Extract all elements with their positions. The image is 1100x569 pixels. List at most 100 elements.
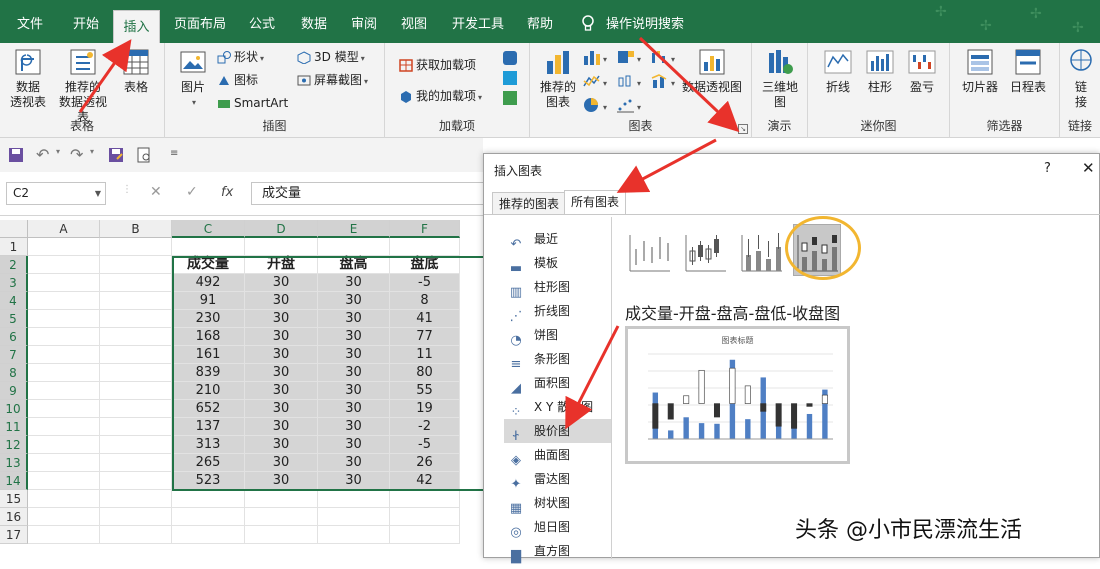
table-data-cell[interactable]: 161	[172, 346, 245, 364]
cell[interactable]	[28, 472, 100, 490]
table-data-cell[interactable]: 30	[245, 400, 318, 418]
table-data-cell[interactable]: 26	[390, 454, 460, 472]
row-header-12[interactable]: 12	[0, 436, 28, 454]
table-data-cell[interactable]: 30	[245, 436, 318, 454]
table-data-cell[interactable]: 30	[318, 382, 390, 400]
cell[interactable]	[100, 274, 172, 292]
redo-icon[interactable]: ↷	[70, 145, 83, 164]
cell[interactable]	[100, 436, 172, 454]
table-data-cell[interactable]: 91	[172, 292, 245, 310]
sparkline-column-button[interactable]: 柱形	[862, 47, 898, 95]
chart-type-6[interactable]: ◢ 面积图	[504, 371, 612, 396]
table-data-cell[interactable]: 30	[318, 418, 390, 436]
table-data-cell[interactable]: 30	[245, 418, 318, 436]
ohlc-stock-subtype[interactable]	[681, 224, 729, 276]
cell[interactable]	[100, 328, 172, 346]
row-header-9[interactable]: 9	[0, 382, 28, 400]
tab-insert[interactable]: 插入	[113, 10, 160, 43]
cell[interactable]	[28, 328, 100, 346]
cell[interactable]	[318, 490, 390, 508]
tab-formulas[interactable]: 公式	[238, 0, 286, 43]
table-data-cell[interactable]: 230	[172, 310, 245, 328]
column-header-e[interactable]: E	[318, 220, 390, 238]
cell[interactable]	[28, 418, 100, 436]
people-icon[interactable]	[503, 91, 517, 105]
select-all-corner[interactable]	[0, 220, 28, 238]
chart-type-5[interactable]: ≡ 条形图	[504, 347, 612, 372]
table-data-cell[interactable]: 30	[245, 382, 318, 400]
bing-icon[interactable]	[503, 71, 517, 85]
cell[interactable]	[100, 310, 172, 328]
table-data-cell[interactable]: 30	[245, 328, 318, 346]
chart-type-12[interactable]: ◎ 旭日图	[504, 515, 612, 540]
table-data-cell[interactable]: 30	[318, 346, 390, 364]
table-data-cell[interactable]: 19	[390, 400, 460, 418]
redo-dropdown-icon[interactable]: ▾	[90, 147, 94, 156]
table-data-cell[interactable]: 77	[390, 328, 460, 346]
table-data-cell[interactable]: 30	[318, 364, 390, 382]
tab-developer[interactable]: 开发工具	[446, 0, 510, 43]
chart-type-4[interactable]: ◔ 饼图	[504, 323, 612, 348]
sparkline-winloss-button[interactable]: 盈亏	[904, 47, 940, 95]
save-icon[interactable]	[8, 147, 24, 166]
table-data-cell[interactable]: 41	[390, 310, 460, 328]
table-data-cell[interactable]: 168	[172, 328, 245, 346]
cell[interactable]	[28, 364, 100, 382]
tab-data[interactable]: 数据	[290, 0, 338, 43]
row-header-2[interactable]: 2	[0, 256, 28, 274]
cell[interactable]	[318, 526, 390, 544]
cell[interactable]	[28, 310, 100, 328]
cell[interactable]	[100, 292, 172, 310]
name-box[interactable]: C2 ▼	[6, 182, 106, 205]
table-data-cell[interactable]: 137	[172, 418, 245, 436]
cell[interactable]	[245, 490, 318, 508]
cell[interactable]	[28, 274, 100, 292]
insert-function-icon[interactable]: fx	[221, 185, 233, 200]
row-header-14[interactable]: 14	[0, 472, 28, 490]
stat-chart-icon[interactable]: ▾	[616, 72, 644, 90]
cell[interactable]	[390, 508, 460, 526]
cell[interactable]	[100, 418, 172, 436]
pivot-table-button[interactable]: 数据 透视表	[6, 47, 50, 110]
picture-button[interactable]: 图片 ▾	[175, 47, 211, 110]
icons-button[interactable]: 图标	[217, 71, 258, 89]
table-data-cell[interactable]: 30	[245, 346, 318, 364]
chart-type-0[interactable]: ↶ 最近	[504, 227, 612, 252]
visio-icon[interactable]	[503, 51, 517, 65]
row-header-4[interactable]: 4	[0, 292, 28, 310]
cell[interactable]	[100, 472, 172, 490]
table-data-cell[interactable]: 30	[318, 274, 390, 292]
table-data-cell[interactable]: 313	[172, 436, 245, 454]
cell[interactable]	[28, 346, 100, 364]
waterfall-chart-icon[interactable]: ▾	[650, 48, 678, 66]
cell[interactable]	[318, 508, 390, 526]
cell[interactable]	[28, 256, 100, 274]
tab-all-charts[interactable]: 所有图表	[564, 190, 627, 215]
pie-chart-icon[interactable]: ▾	[582, 96, 610, 114]
help-button[interactable]: ?	[1044, 161, 1051, 176]
cell[interactable]	[28, 526, 100, 544]
vhlc-stock-subtype[interactable]	[737, 224, 785, 276]
cell[interactable]	[390, 490, 460, 508]
smartart-button[interactable]: SmartArt	[217, 94, 288, 112]
table-header-cell[interactable]: 成交量	[172, 256, 245, 274]
table-data-cell[interactable]: 30	[245, 274, 318, 292]
screenshot-button[interactable]: 屏幕截图 ▾	[297, 71, 368, 89]
hlc-stock-subtype[interactable]	[625, 224, 673, 276]
cell[interactable]	[100, 256, 172, 274]
table-header-cell[interactable]: 盘高	[318, 256, 390, 274]
chart-preview[interactable]: 图表标题	[625, 326, 850, 464]
table-data-cell[interactable]: -5	[390, 274, 460, 292]
cell[interactable]	[172, 508, 245, 526]
chart-type-8[interactable]: Ꮠ 股价图	[504, 419, 612, 444]
tab-file[interactable]: 文件	[4, 0, 56, 43]
3d-model-button[interactable]: 3D 模型 ▾	[297, 48, 365, 66]
table-data-cell[interactable]: 42	[390, 472, 460, 490]
save-as-icon[interactable]	[108, 147, 124, 166]
tab-recommended-charts[interactable]: 推荐的图表	[492, 192, 567, 214]
row-header-13[interactable]: 13	[0, 454, 28, 472]
close-button[interactable]: ✕	[1082, 159, 1095, 177]
table-header-cell[interactable]: 开盘	[245, 256, 318, 274]
confirm-icon[interactable]: ✓	[186, 184, 198, 200]
row-header-15[interactable]: 15	[0, 490, 28, 508]
